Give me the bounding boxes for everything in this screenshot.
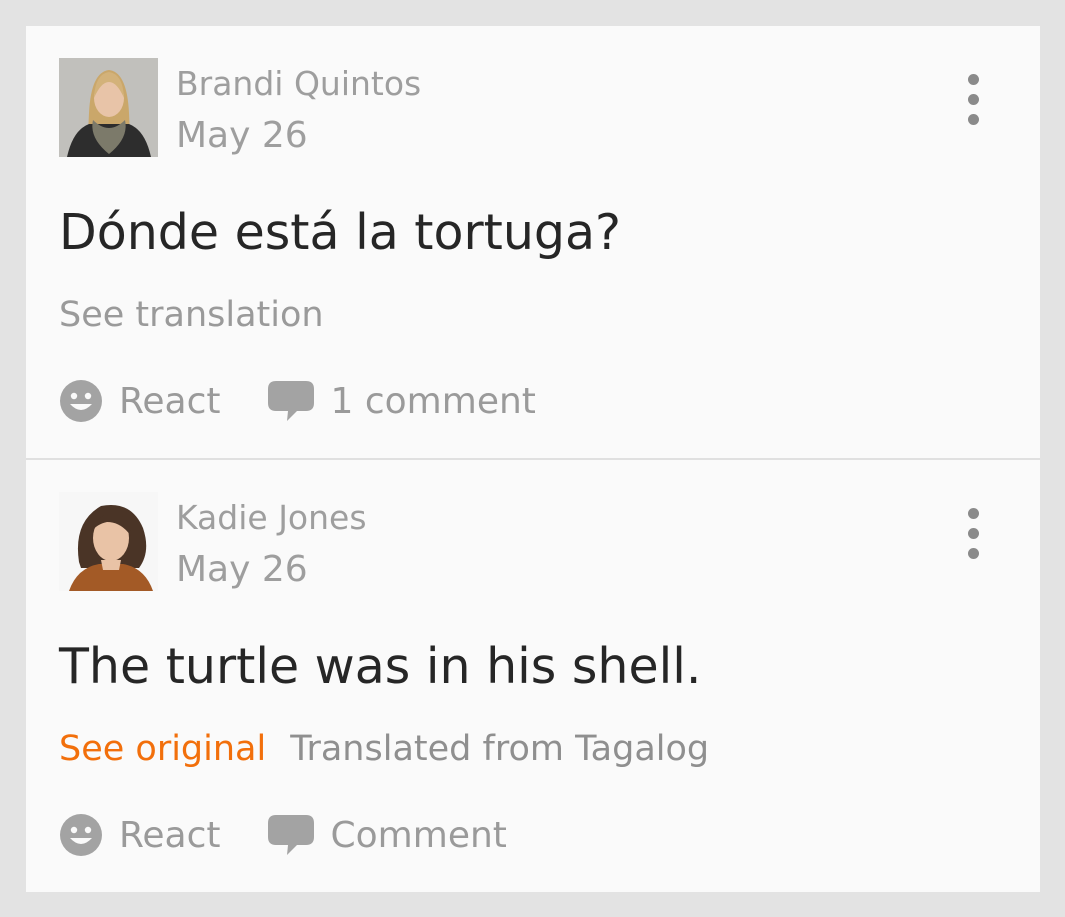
smiley-icon	[59, 813, 103, 857]
more-vert-icon[interactable]	[956, 504, 992, 564]
translation-row: See original Translated from Tagalog	[59, 728, 709, 770]
author-avatar[interactable]	[59, 58, 158, 157]
comment-button[interactable]: Comment	[267, 813, 507, 857]
react-button[interactable]: React	[59, 813, 221, 857]
comment-button[interactable]: 1 comment	[267, 379, 536, 423]
more-vert-icon[interactable]	[956, 70, 992, 130]
author-avatar[interactable]	[59, 492, 158, 591]
post-text: The turtle was in his shell.	[59, 638, 702, 695]
menu-dot	[968, 508, 979, 519]
avatar-photo	[59, 492, 158, 591]
smiley-icon	[59, 379, 103, 423]
author-name[interactable]: Brandi Quintos	[176, 64, 421, 104]
see-translation-link[interactable]: See translation	[59, 295, 324, 335]
menu-dot	[968, 528, 979, 539]
menu-dot	[968, 114, 979, 125]
comment-label: 1 comment	[330, 380, 536, 422]
post-text: Dónde está la tortuga?	[59, 204, 622, 261]
post-card: Brandi Quintos May 26 Dónde está la tort…	[26, 26, 1040, 458]
menu-dot	[968, 94, 979, 105]
translation-row: See translation	[59, 294, 324, 336]
react-label: React	[119, 814, 221, 856]
react-button[interactable]: React	[59, 379, 221, 423]
avatar-photo	[59, 58, 158, 157]
author-name[interactable]: Kadie Jones	[176, 498, 367, 538]
react-label: React	[119, 380, 221, 422]
post-date: May 26	[176, 549, 308, 590]
menu-dot	[968, 74, 979, 85]
post-actions: React 1 comment	[59, 378, 536, 424]
post-card: Kadie Jones May 26 The turtle was in his…	[26, 460, 1040, 892]
speech-bubble-icon	[267, 379, 315, 423]
menu-dot	[968, 548, 979, 559]
comment-label: Comment	[330, 814, 507, 856]
post-date: May 26	[176, 115, 308, 156]
speech-bubble-icon	[267, 813, 315, 857]
translated-from-label: Translated from Tagalog	[290, 729, 710, 769]
post-actions: React Comment	[59, 812, 507, 858]
see-original-link[interactable]: See original	[59, 729, 266, 769]
